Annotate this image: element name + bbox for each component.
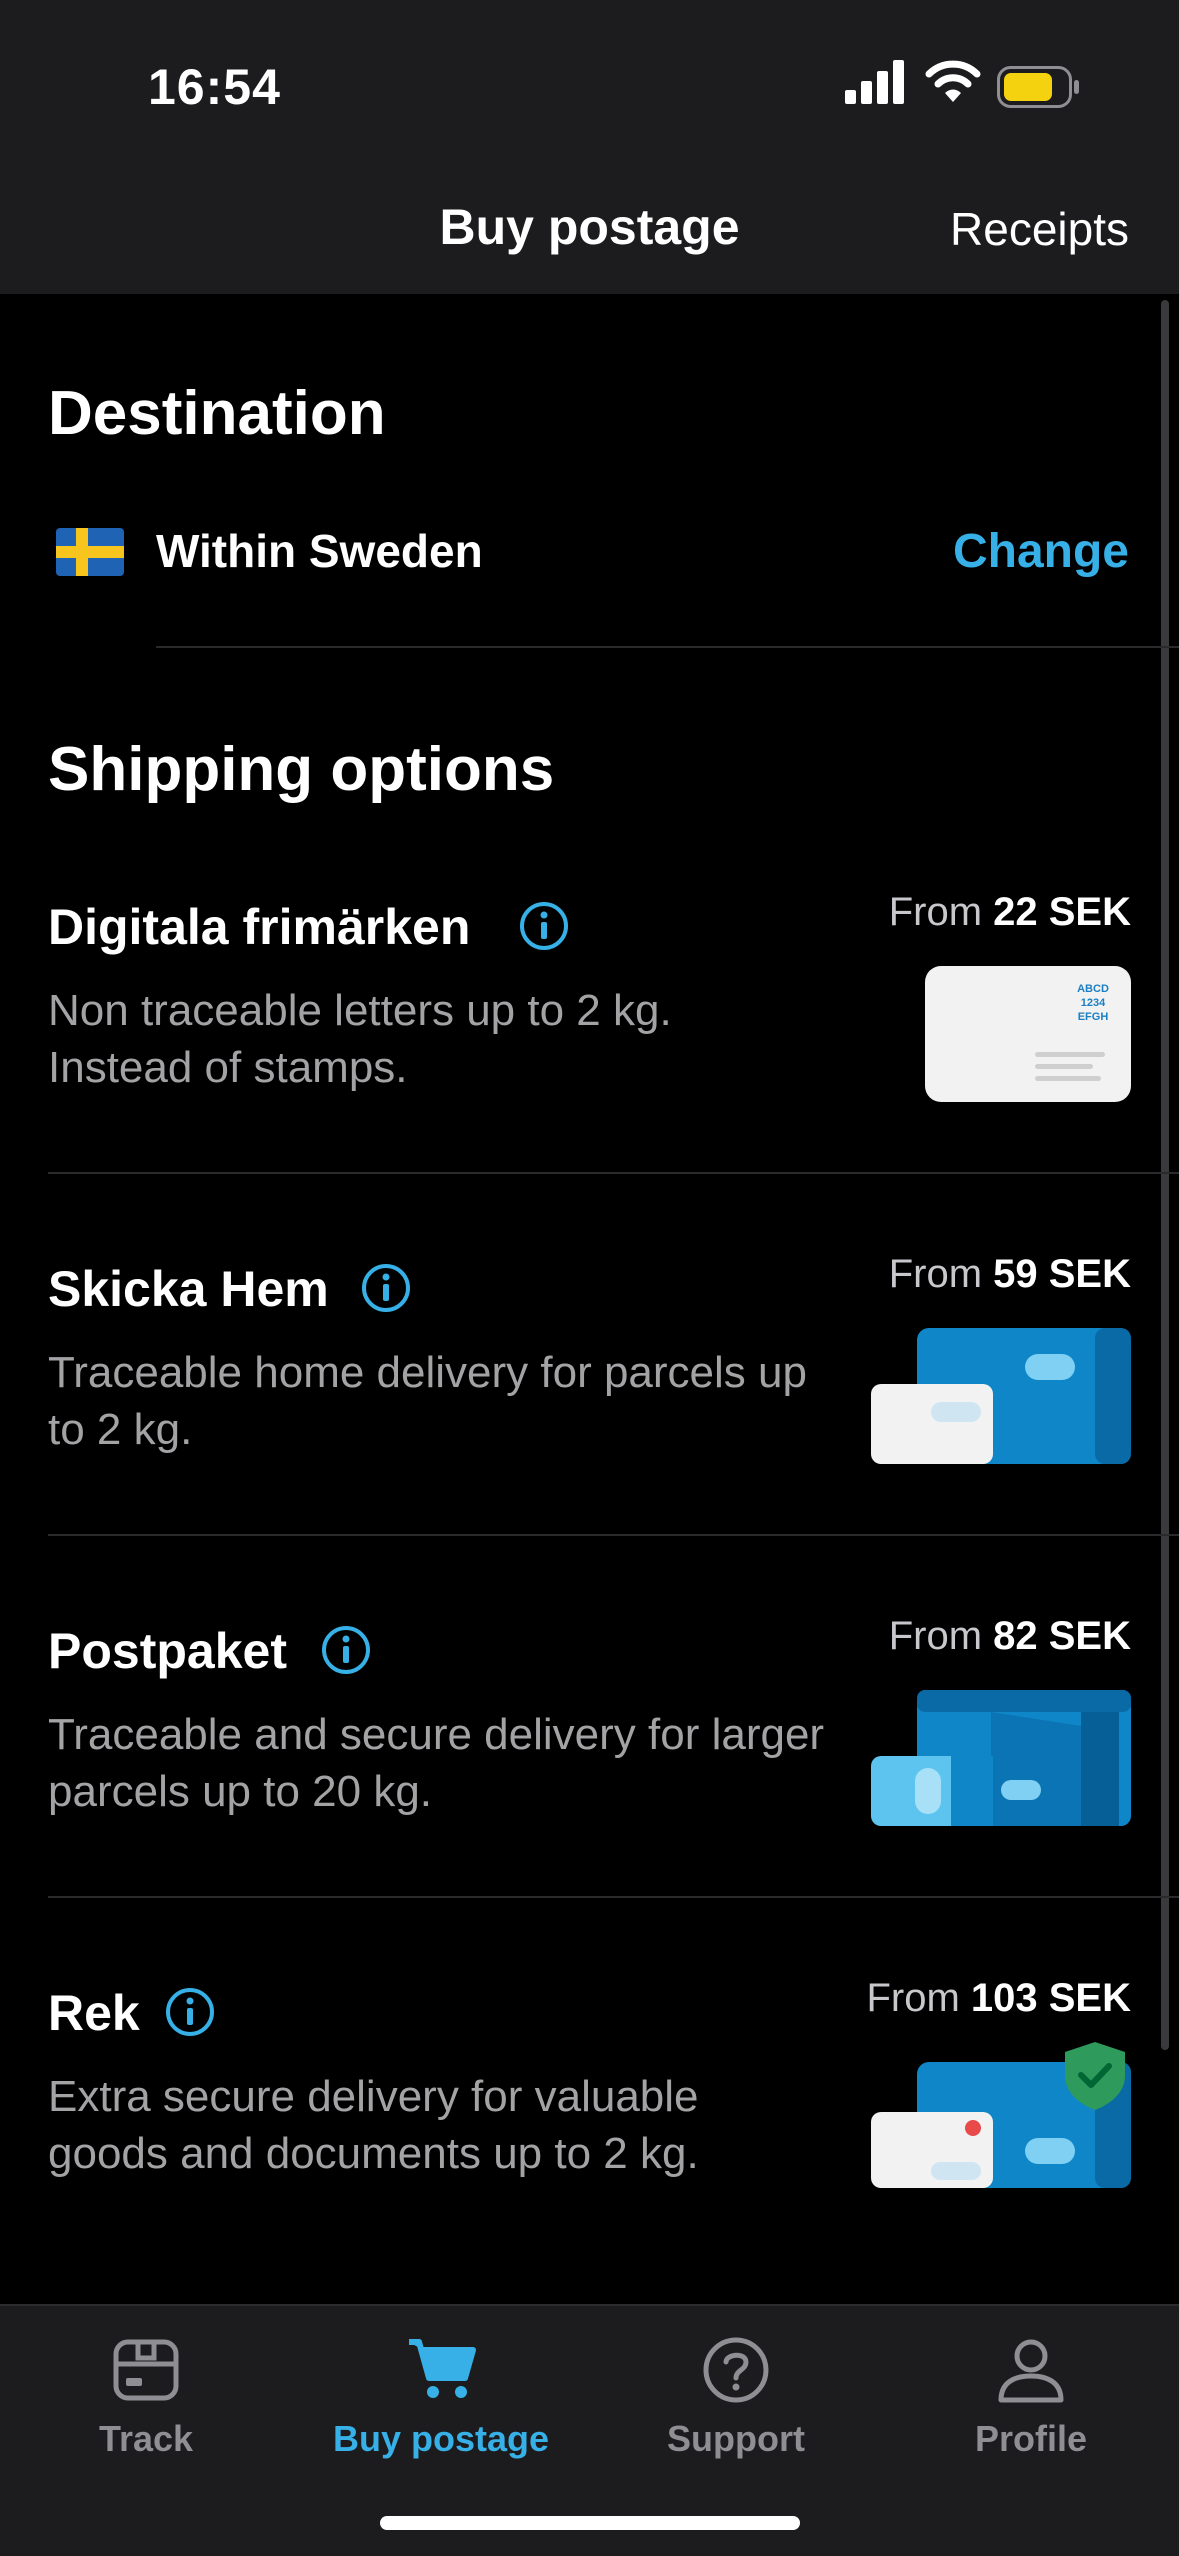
large-parcel-illustration [871,1690,1131,1826]
destination-value: Within Sweden [156,525,483,577]
info-icon[interactable] [164,1986,216,2038]
svg-text:ABCD: ABCD [1077,983,1109,995]
info-icon[interactable] [360,1262,412,1314]
shipping-option-postpaket[interactable]: Postpaket Traceable and secure delivery … [0,1614,1179,1982]
svg-text:EFGH: EFGH [1078,1011,1109,1023]
option-title: Digitala frimärken [48,899,471,955]
tab-support[interactable]: Support [616,2334,856,2460]
option-title: Skicka Hem [48,1261,329,1317]
tab-track[interactable]: Track [26,2334,266,2460]
change-destination-button[interactable]: Change [953,524,1129,579]
letter-illustration: ABCD 1234 EFGH [925,966,1131,1102]
status-time: 16:54 [148,59,281,115]
option-description: Extra secure delivery for valuable goods… [48,2072,699,2178]
tab-buy-postage[interactable]: Buy postage [321,2334,561,2460]
home-indicator[interactable] [380,2516,800,2530]
destination-title: Destination [48,379,386,448]
package-icon [113,2339,179,2401]
shipping-options-title: Shipping options [48,735,555,804]
cellular-signal-icon [845,60,904,104]
shipping-option-digitala-frimarken[interactable]: Digitala frimärken Non traceable letters… [0,890,1179,1258]
option-description: Traceable and secure delivery for larger… [48,1710,825,1816]
tab-label: Buy postage [332,2418,550,2459]
tab-label: Profile [974,2418,1088,2459]
status-bar: 16:54 [0,0,1179,160]
divider [156,646,1179,648]
option-price: From 59 SEK [888,1252,1131,1296]
tab-profile[interactable]: Profile [911,2334,1151,2460]
option-description: Traceable home delivery for parcels up t… [48,1348,807,1454]
option-description: Non traceable letters up to 2 kg. Instea… [48,986,672,1092]
shipping-option-skicka-hem[interactable]: Skicka Hem Traceable home delivery for p… [0,1252,1179,1620]
nav-bar: Buy postage Receipts [0,160,1179,294]
question-icon [703,2337,769,2403]
tab-label: Track [98,2418,194,2459]
secure-parcel-illustration [871,2042,1131,2188]
tab-label: Support [667,2418,805,2459]
battery-icon [997,66,1079,108]
option-price: From 103 SEK [866,1976,1131,2020]
cart-icon [409,2339,476,2398]
person-icon [998,2339,1064,2403]
option-price: From 82 SEK [888,1614,1131,1658]
info-icon[interactable] [518,900,570,952]
option-title: Postpaket [48,1623,287,1679]
svg-text:1234: 1234 [1081,997,1106,1009]
info-icon[interactable] [320,1624,372,1676]
divider [48,1896,1179,1898]
option-title: Rek [48,1985,140,2041]
option-price: From 22 SEK [888,890,1131,934]
wifi-icon [925,60,981,102]
receipts-button[interactable]: Receipts [950,202,1129,256]
divider [48,1172,1179,1174]
parcel-illustration [871,1328,1131,1464]
divider [48,1534,1179,1536]
shipping-option-rek[interactable]: Rek Extra secure delivery for valuable g… [0,1976,1179,2344]
sweden-flag-icon [56,528,124,576]
